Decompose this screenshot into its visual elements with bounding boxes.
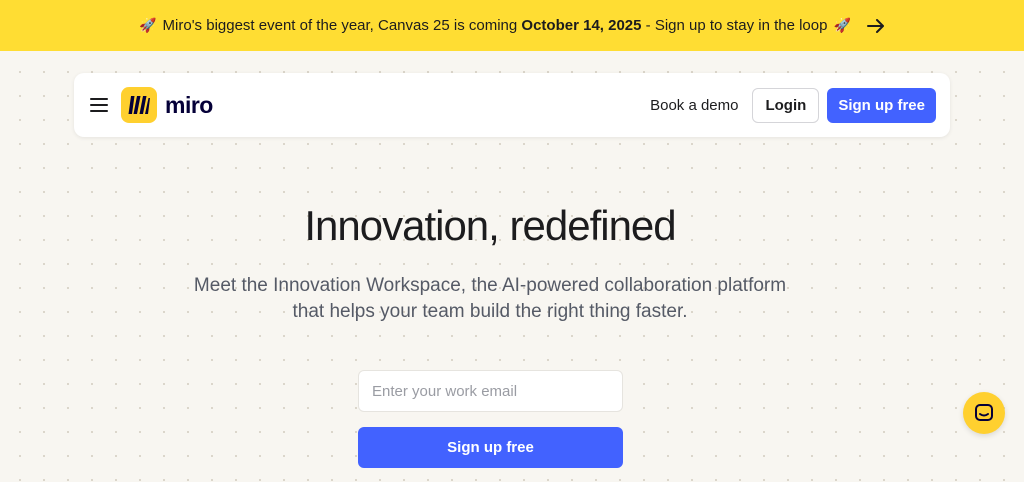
miro-logo[interactable]: miro <box>121 87 213 123</box>
banner-text: Miro's biggest event of the year, Canvas… <box>162 17 828 34</box>
hero-title: Innovation, redefined <box>304 202 676 249</box>
signup-button[interactable]: Sign up free <box>827 87 936 123</box>
miro-logo-icon <box>121 87 157 123</box>
banner-date: October 14, 2025 <box>521 17 642 34</box>
book-demo-link[interactable]: Book a demo <box>650 97 738 114</box>
signup-submit-button[interactable]: Sign up free <box>358 427 623 468</box>
nav-actions: Book a demo Login Sign up free <box>650 87 936 123</box>
rocket-emoji: 🚀 <box>833 17 851 33</box>
chat-icon[interactable] <box>963 392 1005 434</box>
logo-wordmark: miro <box>165 91 213 118</box>
hero-subtitle: Meet the Innovation Workspace, the AI-po… <box>193 275 787 322</box>
email-input[interactable] <box>358 370 623 412</box>
top-nav: miro Book a demo Login Sign up free <box>74 73 950 137</box>
rocket-emoji: 🚀 <box>139 17 157 33</box>
announcement-banner[interactable]: 🚀 Miro's biggest event of the year, Canv… <box>0 0 1024 51</box>
login-button[interactable]: Login <box>752 87 820 123</box>
hamburger-menu-icon[interactable] <box>90 98 108 112</box>
arrow-right-icon[interactable] <box>866 18 885 33</box>
